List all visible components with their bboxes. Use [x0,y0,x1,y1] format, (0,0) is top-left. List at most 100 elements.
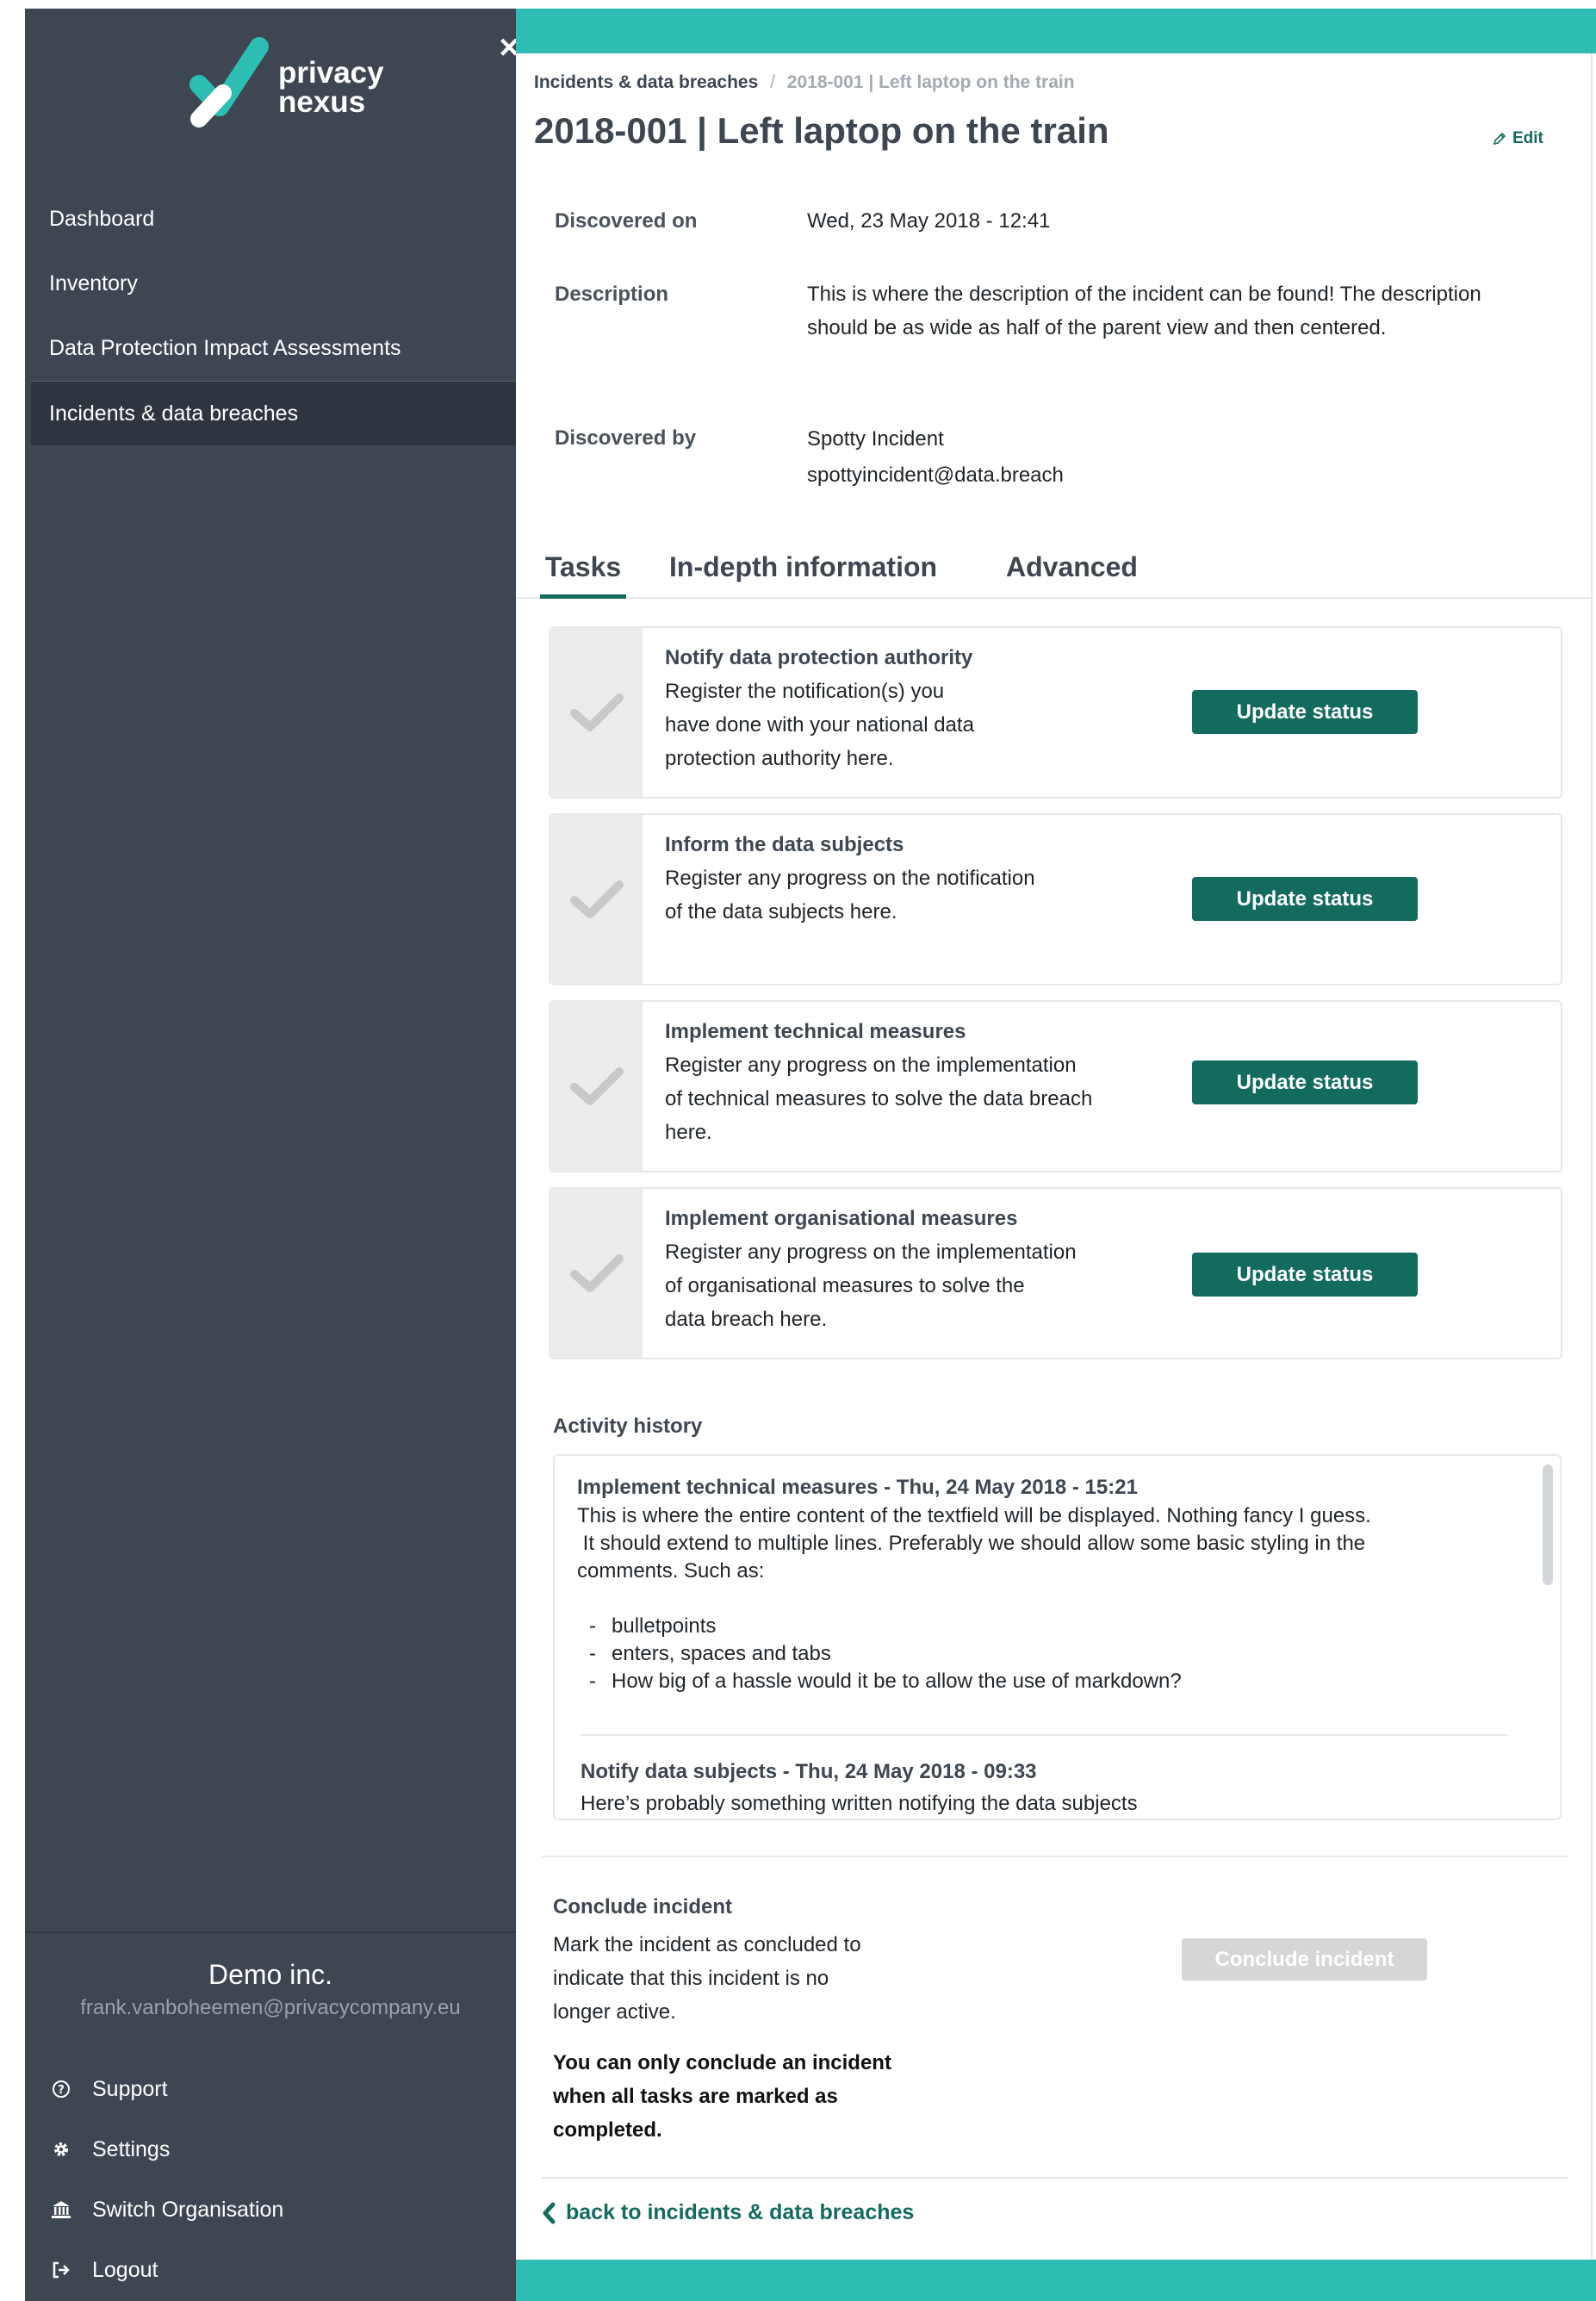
discovered-by-row: Discovered by Spotty Incident spottyinci… [555,421,1545,494]
description-row: Description This is where the descriptio… [555,277,1545,421]
sidebar-item-incidents[interactable]: Incidents & data breaches [31,381,516,445]
task-body: Notify data protection authority Registe… [665,645,1147,775]
tab-advanced[interactable]: Advanced [1006,551,1138,599]
conclude-incident-title: Conclude incident [553,1895,733,1919]
bank-icon [51,2199,71,2220]
section-divider [542,2177,1568,2179]
checkmark-icon [569,1067,624,1105]
discovered-by-label: Discovered by [555,426,697,450]
back-to-incidents-link[interactable]: back to incidents & data breaches [542,2200,914,2225]
sidebar-item-dpia[interactable]: Data Protection Impact Assessments [25,316,516,381]
checkmark-icon [569,693,624,731]
task-title: Inform the data subjects [665,833,904,856]
sidebar-item-label: Inventory [49,271,138,295]
list-item: - How big of a hassle would it be to allo… [589,1670,1182,1693]
task-status-toggle[interactable] [550,1189,643,1358]
task-status-toggle[interactable] [550,1002,643,1171]
task-card: Implement technical measures Register an… [549,1000,1562,1172]
discovered-by-email: spottyincident@data.breach [807,463,1064,487]
update-status-button[interactable]: Update status [1192,877,1418,921]
task-status-toggle[interactable] [550,815,643,984]
privacy-nexus-logo[interactable]: privacy nexus [175,34,399,129]
update-status-button[interactable]: Update status [1192,1060,1418,1104]
settings-label: Settings [92,2136,171,2161]
back-link-label: back to incidents & data breaches [566,2200,915,2224]
discovered-on-value: Wed, 23 May 2018 - 12:41 [807,209,1051,233]
support-link[interactable]: ? Support [51,2059,499,2119]
chevron-left-icon [543,2202,556,2223]
conclude-description-line: longer active. [553,2000,676,2024]
page-title: 2018-001 | Left laptop on the train [534,110,1109,151]
conclude-description-line: Mark the incident as concluded to [553,1933,861,1956]
question-circle-icon: ? [51,2079,71,2099]
task-description-line: here. [665,1121,712,1144]
activity-entry-line: It should extend to multiple lines. Pref… [577,1532,1366,1555]
incident-details: Discovered on Wed, 23 May 2018 - 12:41 D… [555,204,1545,494]
top-accent-bar [516,9,1596,53]
task-card: Notify data protection authority Registe… [549,626,1562,799]
tab-tasks[interactable]: Tasks [540,551,626,599]
settings-link[interactable]: Settings [51,2119,499,2180]
organisation-name: Demo inc. [208,1959,333,1990]
task-description-line: Register any progress on the implementat… [665,1241,1077,1264]
sidebar-item-inventory[interactable]: Inventory [25,252,516,316]
breadcrumb-current: 2018-001 | Left laptop on the train [786,72,1075,92]
organisation-info: Demo inc. frank.vanboheemen@privacycompa… [25,1931,516,2023]
sidebar-item-label: Data Protection Impact Assessments [49,336,401,360]
logout-link[interactable]: Logout [51,2240,499,2300]
task-body: Implement technical measures Register an… [665,1019,1147,1149]
conclude-warning-line: completed. [553,2118,662,2142]
task-description-line: of the data subjects here. [665,900,897,924]
conclude-warning-line: when all tasks are marked as [553,2085,838,2108]
task-description-line: of organisational measures to solve the [665,1274,1025,1297]
conclude-description-line: indicate that this incident is no [553,1967,829,1990]
conclude-incident-button[interactable]: Conclude incident [1182,1938,1427,1981]
list-item-text: How big of a hassle would it be to allow… [612,1670,1182,1693]
checkmark-icon [569,1254,624,1292]
sidebar-item-dashboard[interactable]: Dashboard [25,187,516,252]
task-description-line: Register any progress on the notificatio… [665,867,1035,890]
edit-button[interactable]: Edit [1492,129,1543,148]
activity-entry-title: Implement technical measures - Thu, 24 M… [577,1476,1138,1499]
task-body: Implement organisational measures Regist… [665,1206,1147,1336]
task-status-toggle[interactable] [550,628,643,797]
sidebar-bottom-nav: ? Support Settings Switch Organisation L… [51,2059,499,2300]
activity-entry-bullets: - bulletpoints - enters, spaces and tabs -… [577,1613,1525,1695]
switch-organisation-link[interactable]: Switch Organisation [51,2180,499,2240]
conclude-incident-description: Mark the incident as concluded to indica… [553,1928,932,2029]
discovered-by-value: Spotty Incident spottyincident@data.brea… [807,421,1513,494]
task-description-line: have done with your national data [665,713,974,737]
breadcrumb: Incidents & data breaches / 2018-001 | L… [534,72,1075,93]
tab-in-depth-information[interactable]: In-depth information [669,551,937,599]
switch-organisation-label: Switch Organisation [92,2197,284,2222]
user-email: frank.vanboheemen@privacycompany.eu [80,1996,461,2019]
sidebar-item-label: Dashboard [49,207,155,231]
activity-history-list[interactable]: Implement technical measures - Thu, 24 M… [553,1454,1562,1820]
logo-line-privacy: privacy [278,56,384,90]
logout-label: Logout [92,2257,158,2282]
logo-text: privacy nexus [278,56,384,119]
logout-icon [51,2260,71,2280]
breadcrumb-separator: / [770,72,775,92]
activity-entry-line: comments. Such as: [577,1559,765,1583]
activity-entry: Implement technical measures - Thu, 24 M… [577,1473,1525,1695]
checkmark-icon [569,880,624,918]
breadcrumb-parent[interactable]: Incidents & data breaches [534,72,758,92]
gear-icon [51,2139,71,2160]
support-label: Support [92,2076,168,2101]
logo-line-nexus: nexus [278,85,366,119]
activity-entry-text: Here’s probably something written notify… [581,1792,1138,1815]
activity-scrollbar[interactable] [1543,1465,1553,1585]
main-content: Incidents & data breaches / 2018-001 | L… [516,53,1593,2260]
task-description-line: Register the notification(s) you [665,680,945,703]
update-status-button[interactable]: Update status [1192,690,1418,734]
task-title: Implement organisational measures [665,1207,1018,1230]
activity-divider [581,1734,1507,1736]
list-item: - enters, spaces and tabs [589,1642,831,1665]
edit-label: Edit [1512,129,1543,147]
task-description: Register any progress on the implementat… [665,1235,1147,1336]
discovered-on-label: Discovered on [555,209,698,233]
list-item-text: bulletpoints [612,1614,717,1638]
update-status-button[interactable]: Update status [1192,1253,1418,1297]
section-divider [542,1856,1568,1857]
